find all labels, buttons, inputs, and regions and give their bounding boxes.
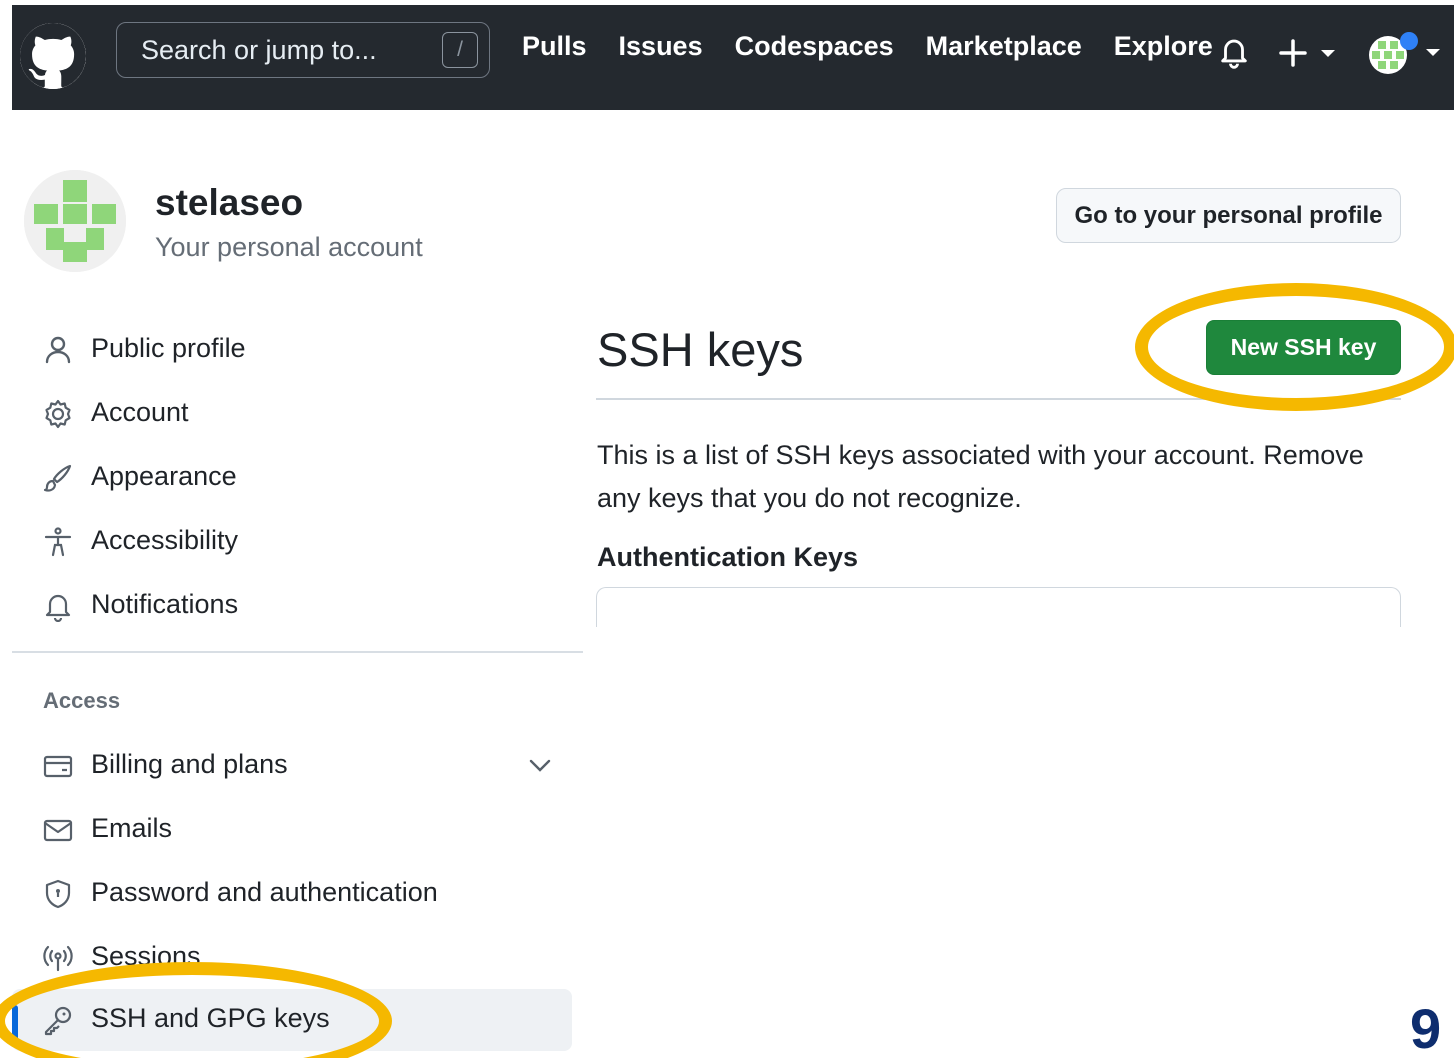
sidebar-item-ssh-gpg-keys[interactable]: SSH and GPG keys: [12, 989, 572, 1051]
chevron-down-icon[interactable]: [527, 754, 553, 776]
bell-icon: [42, 590, 74, 623]
sidebar-item-label: Billing and plans: [91, 749, 288, 779]
shield-icon: [42, 878, 74, 910]
sidebar-item-sessions[interactable]: Sessions: [12, 927, 572, 989]
sidebar-item-label: Account: [91, 397, 189, 427]
ssh-keys-list: [596, 587, 1401, 627]
search-shortcut-badge: /: [442, 32, 478, 68]
broadcast-icon: [42, 942, 74, 974]
nav-link-pulls[interactable]: Pulls: [522, 31, 587, 62]
nav-link-issues[interactable]: Issues: [619, 31, 703, 62]
page-title: SSH keys: [597, 323, 804, 376]
sidebar-item-password-auth[interactable]: Password and authentication: [12, 863, 572, 925]
plus-icon: [1279, 39, 1307, 67]
user-avatar-menu[interactable]: [1366, 31, 1448, 75]
sidebar-item-notifications[interactable]: Notifications: [12, 575, 572, 637]
caret-down-icon: [1321, 50, 1335, 57]
create-new-dropdown[interactable]: [1279, 35, 1339, 71]
sidebar-item-emails[interactable]: Emails: [12, 799, 572, 861]
sidebar-item-label: Accessibility: [91, 525, 239, 555]
sidebar-item-appearance[interactable]: Appearance: [12, 447, 572, 509]
paintbrush-icon: [42, 462, 74, 494]
new-ssh-key-button[interactable]: New SSH key: [1206, 320, 1401, 375]
title-divider: [596, 398, 1401, 400]
gear-icon: [42, 398, 74, 430]
sidebar-item-public-profile[interactable]: Public profile: [12, 319, 572, 381]
account-subtitle: Your personal account: [155, 232, 423, 262]
nav-link-explore[interactable]: Explore: [1114, 31, 1213, 62]
person-icon: [42, 334, 74, 366]
github-logo-icon[interactable]: [20, 23, 86, 89]
sidebar-item-label: Notifications: [91, 589, 239, 619]
search-placeholder: Search or jump to...: [141, 34, 377, 65]
avatar: [24, 170, 126, 272]
sidebar-item-billing[interactable]: Billing and plans: [12, 735, 572, 797]
nav-link-marketplace[interactable]: Marketplace: [926, 31, 1082, 62]
sidebar-item-label: SSH and GPG keys: [91, 1003, 330, 1033]
search-input[interactable]: Search or jump to... /: [116, 22, 490, 78]
nav-link-codespaces[interactable]: Codespaces: [735, 31, 894, 62]
sidebar-divider: [12, 651, 583, 653]
primary-nav: Pulls Issues Codespaces Marketplace Expl…: [522, 31, 1213, 62]
key-icon: [42, 1004, 74, 1036]
caret-down-icon: [1426, 49, 1440, 56]
credit-card-icon: [42, 750, 74, 782]
step-number: 9: [1410, 997, 1442, 1058]
sidebar-item-label: Emails: [91, 813, 173, 843]
status-dot-icon: [1400, 32, 1418, 50]
account-username: stelaseo: [155, 182, 304, 223]
accessibility-icon: [42, 526, 74, 558]
sidebar-item-label: Public profile: [91, 333, 246, 363]
sidebar-item-label: Sessions: [91, 941, 201, 971]
mail-icon: [42, 814, 74, 846]
page: Search or jump to... / Pulls Issues Code…: [0, 0, 1454, 1058]
sidebar-item-label: Appearance: [91, 461, 237, 491]
active-item-indicator: [12, 1005, 18, 1041]
top-navbar: Search or jump to... / Pulls Issues Code…: [12, 5, 1454, 110]
sidebar-item-account[interactable]: Account: [12, 383, 572, 445]
page-description: This is a list of SSH keys associated wi…: [597, 440, 1364, 513]
go-to-profile-button[interactable]: Go to your personal profile: [1056, 188, 1401, 243]
notifications-bell-icon[interactable]: [1217, 33, 1251, 69]
auth-keys-heading: Authentication Keys: [597, 542, 859, 572]
sidebar-section-heading: Access: [43, 688, 121, 713]
sidebar-item-accessibility[interactable]: Accessibility: [12, 511, 572, 573]
sidebar-item-label: Password and authentication: [91, 877, 438, 907]
